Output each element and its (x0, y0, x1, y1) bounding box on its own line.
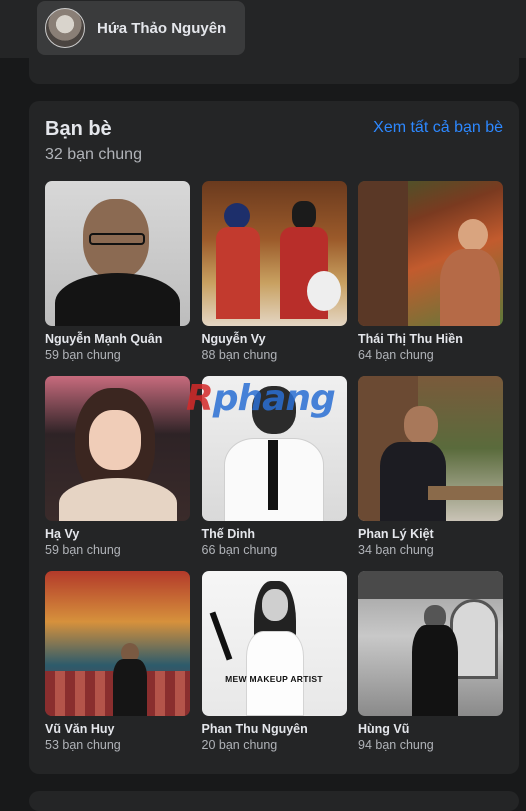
friend-photo[interactable] (45, 181, 190, 326)
friend-mutual: 66 bạn chung (201, 543, 278, 557)
friend-mutual: 64 bạn chung (358, 348, 434, 362)
friend-item[interactable]: MEW MAKEUP ARTIST Phan Thu Nguyên 20 bạn… (201, 571, 347, 766)
watermark-rest: phang (212, 378, 336, 419)
friend-name[interactable]: Thái Thị Thu Hiền (358, 332, 503, 346)
friend-item[interactable]: Hùng Vũ 94 bạn chung (358, 571, 503, 766)
friend-photo[interactable] (358, 376, 503, 521)
profile-chip[interactable]: Hứa Thảo Nguyên (37, 1, 245, 55)
friend-mutual: 53 bạn chung (45, 738, 121, 752)
friend-name[interactable]: Thế Dinh (202, 527, 347, 541)
friend-photo[interactable] (45, 571, 190, 716)
friend-name[interactable]: Vũ Văn Huy (45, 722, 190, 736)
friend-photo[interactable] (45, 376, 190, 521)
friends-grid: Nguyễn Mạnh Quân 59 bạn chung Nguyễn Vy … (45, 181, 503, 766)
friend-item[interactable]: Nguyễn Mạnh Quân 59 bạn chung (45, 181, 190, 376)
friend-mutual: 59 bạn chung (45, 348, 121, 362)
friend-photo[interactable]: MEW MAKEUP ARTIST (201, 571, 347, 716)
friend-item[interactable]: Phan Lý Kiệt 34 bạn chung (358, 376, 503, 571)
friend-mutual: 20 bạn chung (201, 738, 278, 752)
friends-card: Bạn bè 32 bạn chung Xem tất cả bạn bè Ng… (29, 101, 519, 774)
friend-photo[interactable] (358, 571, 503, 716)
friend-name[interactable]: Hạ Vy (45, 527, 190, 541)
watermark-logo: Rphang (186, 378, 336, 419)
section-title[interactable]: Bạn bè (45, 118, 112, 141)
friend-mutual: 59 bạn chung (45, 543, 121, 557)
watermark-first-letter: R (186, 378, 214, 419)
friend-item[interactable]: Nguyễn Vy 88 bạn chung (201, 181, 347, 376)
friend-mutual: 34 bạn chung (358, 543, 434, 557)
photo-caption: MEW MAKEUP ARTIST (225, 674, 323, 684)
friend-name[interactable]: Phan Lý Kiệt (358, 527, 503, 541)
friend-mutual: 88 bạn chung (201, 348, 278, 362)
friend-mutual: 94 bạn chung (358, 738, 434, 752)
friend-item[interactable]: Vũ Văn Huy 53 bạn chung (45, 571, 190, 766)
profile-name[interactable]: Hứa Thảo Nguyên (97, 20, 226, 37)
friend-photo[interactable] (358, 181, 503, 326)
friend-name[interactable]: Nguyễn Vy (202, 332, 347, 346)
friend-photo[interactable] (201, 181, 347, 326)
see-all-friends-link[interactable]: Xem tất cả bạn bè (373, 119, 503, 137)
friend-name[interactable]: Phan Thu Nguyên (202, 722, 347, 736)
mutual-friends-count: 32 bạn chung (45, 146, 142, 163)
next-card (29, 791, 519, 811)
friend-name[interactable]: Hùng Vũ (358, 722, 503, 736)
friend-name[interactable]: Nguyễn Mạnh Quân (45, 332, 190, 346)
friend-item[interactable]: Hạ Vy 59 bạn chung (45, 376, 190, 571)
avatar[interactable] (45, 8, 85, 48)
friend-item[interactable]: Thái Thị Thu Hiền 64 bạn chung (358, 181, 503, 376)
